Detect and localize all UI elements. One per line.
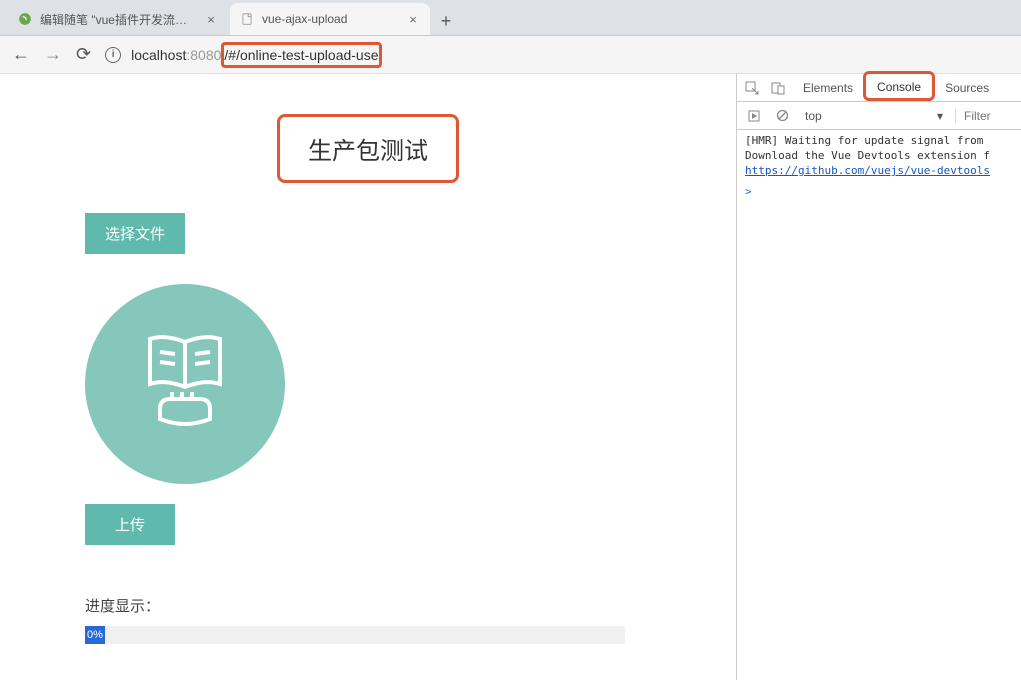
log-entry: [HMR] Waiting for update signal from	[745, 134, 1013, 147]
tab-title: vue-ajax-upload	[262, 12, 400, 26]
page-viewport: 生产包测试 选择文件 上传 进度显示：	[0, 74, 736, 680]
reload-button[interactable]: ⟳	[76, 44, 91, 65]
tab-console[interactable]: Console	[867, 75, 931, 101]
browser-tabs: 编辑随笔 "vue插件开发流程详解 × vue-ajax-upload × +	[0, 0, 1021, 36]
filter-input[interactable]	[955, 109, 1015, 123]
page-title-highlight: 生产包测试	[277, 114, 459, 183]
forward-button: →	[44, 44, 62, 65]
url-host: localhost	[131, 47, 186, 63]
tab-sources[interactable]: Sources	[935, 76, 999, 100]
upload-button[interactable]: 上传	[85, 504, 175, 545]
console-filter-bar: top ▾	[737, 102, 1021, 130]
url-port: :8080	[186, 47, 221, 63]
close-icon[interactable]: ×	[204, 12, 218, 26]
select-file-button[interactable]: 选择文件	[85, 213, 185, 254]
close-icon[interactable]: ×	[406, 12, 420, 26]
address-bar[interactable]: i localhost:8080/#/online-test-upload-us…	[105, 42, 1009, 68]
tab-inactive[interactable]: 编辑随笔 "vue插件开发流程详解 ×	[8, 3, 228, 35]
console-prompt[interactable]: >	[745, 185, 1013, 198]
tab-title: 编辑随笔 "vue插件开发流程详解	[40, 11, 198, 28]
back-button[interactable]: ←	[12, 44, 30, 65]
play-icon[interactable]	[743, 105, 765, 127]
progress-value: 0%	[85, 626, 105, 644]
tab-elements[interactable]: Elements	[793, 76, 863, 100]
progress-section: 进度显示： 0%	[85, 595, 651, 644]
log-entry: Download the Vue Devtools extension f	[745, 149, 1013, 162]
progress-label: 进度显示：	[85, 595, 651, 616]
url-path-highlight: /#/online-test-upload-use	[221, 42, 381, 68]
page-icon	[240, 12, 254, 26]
browser-toolbar: ← → ⟳ i localhost:8080/#/online-test-upl…	[0, 36, 1021, 74]
context-dropdown[interactable]: top ▾	[799, 109, 949, 123]
devtools-tabs: Elements Console Sources	[737, 74, 1021, 102]
tab-active[interactable]: vue-ajax-upload ×	[230, 3, 430, 35]
devtools-panel: Elements Console Sources top ▾ [HMR] Wai…	[736, 74, 1021, 680]
device-icon[interactable]	[767, 77, 789, 99]
clear-icon[interactable]	[771, 105, 793, 127]
console-output: [HMR] Waiting for update signal from Dow…	[737, 130, 1021, 680]
book-hand-icon	[130, 324, 240, 444]
info-icon[interactable]: i	[105, 47, 121, 63]
chevron-down-icon: ▾	[937, 109, 943, 123]
log-link[interactable]: https://github.com/vuejs/vue-devtools	[745, 164, 990, 177]
cnblogs-icon	[18, 12, 32, 26]
progress-bar: 0%	[85, 626, 625, 644]
new-tab-button[interactable]: +	[432, 7, 460, 35]
inspect-icon[interactable]	[741, 77, 763, 99]
file-preview-image	[85, 284, 285, 484]
page-title: 生产包测试	[308, 131, 428, 166]
